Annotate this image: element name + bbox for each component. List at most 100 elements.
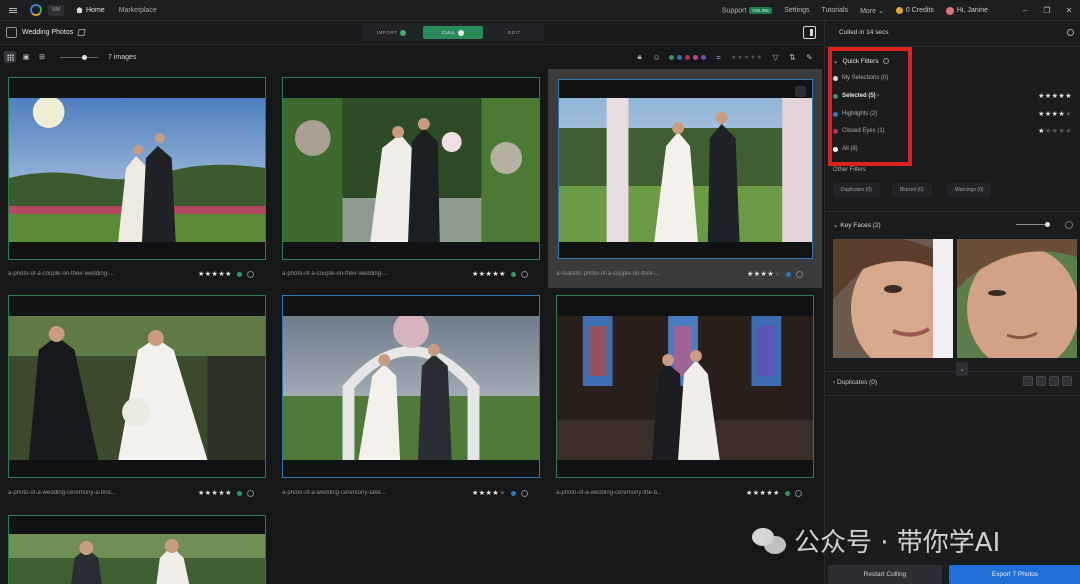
user-menu[interactable]: Hi, Janine: [945, 6, 988, 15]
star-rating[interactable]: ★★★★★: [747, 270, 781, 278]
color-label-dot[interactable]: [784, 490, 790, 496]
restore-icon[interactable]: ❐: [1036, 0, 1058, 21]
select-toggle[interactable]: [795, 270, 803, 278]
photo-card[interactable]: [558, 79, 813, 259]
star-rating[interactable]: ★★★★★: [472, 270, 506, 278]
photo-tile[interactable]: a-photo-of-a-wedding-ceremony-take... ★★…: [274, 288, 548, 513]
credits[interactable]: 0 Credits: [895, 7, 934, 14]
rating-filter-5[interactable]: ★★★★★: [1038, 92, 1072, 100]
key-faces-header[interactable]: ⌄ Key Faces (2): [833, 221, 881, 229]
face-toggle[interactable]: [1065, 221, 1073, 229]
color-label-dot[interactable]: [785, 271, 791, 277]
color-green[interactable]: [669, 54, 675, 60]
select-toggle[interactable]: [520, 489, 528, 497]
photo-card[interactable]: [8, 515, 266, 584]
step-edit[interactable]: EDIT: [485, 26, 544, 39]
star-rating[interactable]: ★★★★★: [472, 489, 506, 497]
support-link[interactable]: Support ONLINE: [722, 6, 773, 14]
filter-icon[interactable]: ▽: [771, 53, 780, 62]
rating-filter-4[interactable]: ★★★★★: [1038, 110, 1072, 118]
photo-filename: a-realistic-photo-of-a-couple-on-their-.…: [556, 271, 661, 277]
step-cull-label: CULL: [441, 30, 456, 35]
color-pink[interactable]: [693, 54, 699, 60]
photo-tile[interactable]: a-photo-of-a-couple-on-their-wedding-...…: [274, 69, 548, 291]
step-cull[interactable]: CULL: [423, 26, 483, 39]
list-view-icon[interactable]: [1023, 376, 1033, 386]
workflow-stepper: IMPORT CULL EDIT: [362, 24, 544, 41]
project-title: Wedding Photos: [22, 29, 74, 36]
equals-icon[interactable]: =: [714, 53, 723, 62]
menu-icon[interactable]: [4, 0, 22, 21]
face-zoom-slider[interactable]: [1016, 222, 1050, 227]
color-purple[interactable]: [701, 54, 707, 60]
key-face-thumbnail[interactable]: [957, 239, 1077, 358]
color-label-dot[interactable]: [236, 490, 242, 496]
project-icon[interactable]: [6, 27, 17, 38]
step-import[interactable]: IMPORT: [362, 26, 421, 39]
more-menu[interactable]: More ⌄: [860, 7, 884, 15]
rating-filter-1[interactable]: ★★★★★: [1038, 127, 1072, 135]
select-toggle[interactable]: [246, 489, 254, 497]
star-rating[interactable]: ★★★★★: [198, 270, 232, 278]
restart-culling-button[interactable]: Restart Culling: [828, 565, 942, 584]
chip-duplicates[interactable]: Duplicates (0): [833, 183, 880, 197]
color-blue[interactable]: [677, 54, 683, 60]
select-toggle[interactable]: [520, 270, 528, 278]
chip-warnings[interactable]: Warnings (0): [947, 183, 992, 197]
color-label-filter[interactable]: [669, 54, 707, 60]
color-label-dot[interactable]: [510, 490, 516, 496]
color-label-dot[interactable]: [236, 271, 242, 277]
trash-icon[interactable]: [795, 86, 806, 97]
tutorials-link[interactable]: Tutorials: [821, 7, 848, 14]
edit-title-icon[interactable]: [77, 29, 86, 36]
photo-card[interactable]: [8, 77, 266, 260]
top-bar: NM Home Marketplace Support ONLINE Settin…: [0, 0, 1080, 21]
select-toggle[interactable]: [246, 270, 254, 278]
credits-label: 0 Credits: [905, 7, 934, 14]
close-icon[interactable]: ✕: [1058, 0, 1080, 21]
color-red[interactable]: [685, 54, 691, 60]
watermark: 公众号 · 带你学AI: [752, 522, 1000, 559]
select-toggle[interactable]: [794, 489, 802, 497]
key-face-thumbnail[interactable]: [833, 239, 953, 358]
photo-card[interactable]: [556, 295, 814, 478]
lock-icon[interactable]: 🔒︎: [635, 52, 644, 62]
star-rating[interactable]: ★★★★★: [198, 489, 232, 497]
nav-marketplace[interactable]: Marketplace: [119, 7, 157, 14]
slider-knob[interactable]: [1045, 222, 1050, 227]
duplicates-header[interactable]: › Duplicates (0): [833, 379, 877, 386]
photo-rating-row: ★★★★★: [747, 270, 803, 278]
chip-blurred[interactable]: Blurred (0): [892, 183, 932, 197]
rating-filter[interactable]: ★★★★★: [731, 54, 763, 61]
settings-link[interactable]: Settings: [784, 7, 809, 14]
photo-tile[interactable]: [0, 513, 274, 584]
grid-icon[interactable]: [1062, 376, 1072, 386]
compare-view-button[interactable]: ⊞: [36, 51, 48, 63]
slider-knob[interactable]: [82, 54, 87, 60]
photo-card[interactable]: [8, 295, 266, 478]
minimize-icon[interactable]: –: [1014, 0, 1036, 21]
thumbnail-size-slider[interactable]: [60, 54, 98, 60]
duplicates-label: Duplicates (0): [836, 379, 878, 386]
photo-tile[interactable]: a-photo-of-a-wedding-ceremony-the-b... ★…: [548, 288, 822, 513]
sort-icon[interactable]: ⇅: [788, 53, 797, 62]
photo-tile-selected[interactable]: a-realistic-photo-of-a-couple-on-their-.…: [548, 69, 822, 288]
photo-tile[interactable]: a-photo-of-a-couple-on-their-wedding-...…: [0, 69, 274, 291]
color-label-dot[interactable]: [510, 271, 516, 277]
compare-icon[interactable]: [1049, 376, 1059, 386]
photo-tile[interactable]: a-photo-of-a-wedding-ceremony-a-brid... …: [0, 288, 274, 513]
single-view-button[interactable]: ▣: [20, 51, 32, 63]
star-rating[interactable]: ★★★★★: [746, 489, 780, 497]
photo-card[interactable]: [282, 77, 540, 260]
pen-icon[interactable]: ✎: [805, 53, 814, 62]
photo-filename: a-photo-of-a-wedding-ceremony-take...: [282, 490, 386, 496]
grid-view-button[interactable]: [4, 51, 16, 63]
stack-icon[interactable]: [1036, 376, 1046, 386]
face-icon[interactable]: ☺: [652, 53, 661, 62]
nav-home[interactable]: Home: [76, 7, 105, 14]
photo-card[interactable]: [282, 295, 540, 478]
export-photos-button[interactable]: Export 7 Photos: [949, 565, 1080, 584]
info-icon[interactable]: [1067, 29, 1074, 36]
chevron-down-icon[interactable]: ⌄: [956, 362, 968, 376]
panel-toggle-icon[interactable]: [803, 26, 816, 39]
